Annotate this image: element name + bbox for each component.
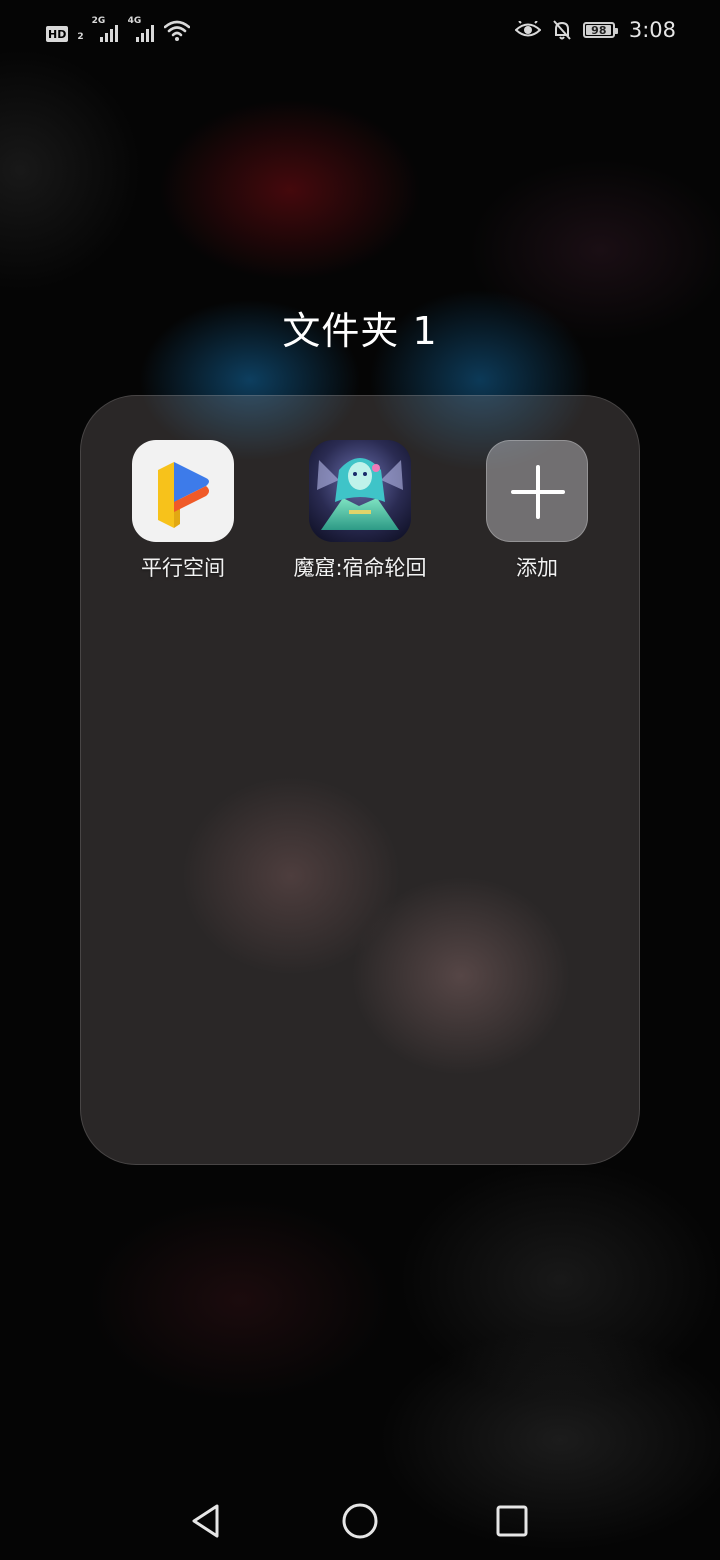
home-button[interactable] <box>330 1496 390 1546</box>
status-bar-right: 98 3:08 <box>514 16 676 44</box>
hd-voice-icon: HD <box>46 26 69 42</box>
folder-panel: 平行空间 魔窟:宿命轮回 添加 <box>80 395 640 1165</box>
back-button[interactable] <box>176 1496 236 1546</box>
home-screen: HD 2 2G 4G 98 3:08 文件夹 1 平行空间 魔窟:宿命轮回 添加 <box>0 0 720 1560</box>
hd-sim-number: 2 <box>77 32 84 42</box>
clock: 3:08 <box>628 18 676 42</box>
recents-button[interactable] <box>482 1496 542 1546</box>
app-label: 魔窟:宿命轮回 <box>293 556 427 580</box>
game-app-icon[interactable] <box>309 440 411 542</box>
square-recents-icon <box>496 1505 528 1537</box>
parallel-space-icon[interactable] <box>132 440 234 542</box>
folder-title[interactable]: 文件夹 1 <box>0 300 720 355</box>
hd-label: HD <box>48 27 67 41</box>
plus-icon[interactable] <box>486 440 588 542</box>
status-bar-left: HD 2 2G 4G <box>46 16 190 42</box>
battery-icon: 98 <box>582 22 618 38</box>
app-moku-game[interactable]: 魔窟:宿命轮回 <box>280 440 440 582</box>
circle-home-icon <box>342 1503 378 1539</box>
app-parallel-space[interactable]: 平行空间 <box>103 440 263 582</box>
eye-comfort-icon <box>514 21 541 37</box>
status-bar: HD 2 2G 4G 98 3:08 <box>0 0 720 60</box>
bell-muted-icon <box>553 20 571 40</box>
triangle-back-icon <box>192 1504 219 1538</box>
app-label: 平行空间 <box>141 556 225 580</box>
signal-sim2-icon: 4G <box>128 16 156 42</box>
signal-sim1-icon: 2G <box>92 16 120 42</box>
wifi-icon <box>163 20 190 41</box>
navigation-bar <box>0 1480 720 1560</box>
app-label: 添加 <box>516 556 558 580</box>
battery-percent: 98 <box>591 23 607 37</box>
add-app-button[interactable]: 添加 <box>457 440 617 582</box>
